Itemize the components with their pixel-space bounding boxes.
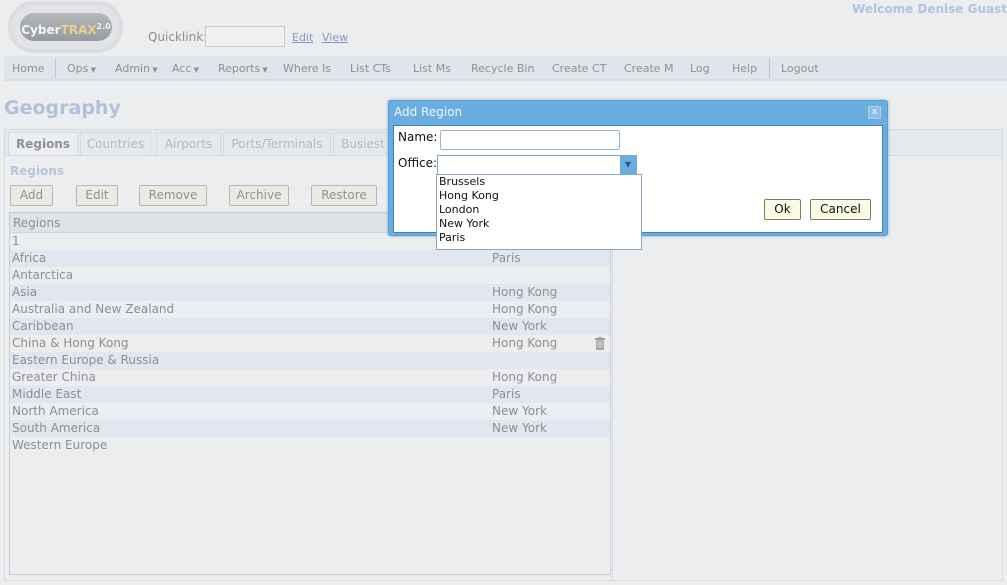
remove-button[interactable]: Remove xyxy=(139,185,207,206)
table-row[interactable]: China & Hong Kong Hong Kong xyxy=(10,335,610,352)
page-title: Geography xyxy=(4,97,121,119)
nav-create-m[interactable]: Create M xyxy=(624,62,674,75)
table-row[interactable]: Australia and New Zealand Hong Kong xyxy=(10,301,610,318)
nav-recycle-bin[interactable]: Recycle Bin xyxy=(471,62,534,75)
region-office: Hong Kong xyxy=(492,336,558,350)
section-title: Regions xyxy=(10,164,65,178)
trash-icon[interactable] xyxy=(595,337,605,350)
quicklink-view-link[interactable]: View xyxy=(322,31,348,44)
nav-admin[interactable]: Admin ▼ xyxy=(115,62,158,75)
dialog-title: Add Region xyxy=(394,105,463,119)
office-option[interactable]: Paris xyxy=(437,231,641,245)
quicklink-input[interactable] xyxy=(205,26,285,47)
archive-button[interactable]: Archive xyxy=(229,185,289,206)
region-name: Caribbean xyxy=(12,319,74,333)
region-office: Paris xyxy=(492,251,521,265)
tab-countries[interactable]: Countries xyxy=(80,132,151,156)
name-input[interactable] xyxy=(440,130,620,150)
office-dropdown-list: Brussels Hong Kong London New York Paris xyxy=(436,174,642,250)
table-row[interactable]: Middle East Paris xyxy=(10,386,610,403)
region-name: Eastern Europe & Russia xyxy=(12,353,160,367)
table-row[interactable]: Africa Paris xyxy=(10,250,610,267)
region-office: New York xyxy=(492,319,547,333)
tab-airports[interactable]: Airports xyxy=(156,132,221,156)
restore-button[interactable]: Restore xyxy=(311,185,377,206)
nav-log[interactable]: Log xyxy=(690,62,710,75)
region-office: Hong Kong xyxy=(492,285,558,299)
name-label: Name: xyxy=(398,130,438,144)
tab-regions[interactable]: Regions xyxy=(8,132,78,156)
chevron-down-icon: ▼ xyxy=(150,66,158,74)
region-office: New York xyxy=(492,404,547,418)
chevron-down-icon: ▼ xyxy=(191,66,200,74)
chevron-down-icon: ▼ xyxy=(88,66,96,74)
table-row[interactable]: North America New York xyxy=(10,403,610,420)
region-office: Hong Kong xyxy=(492,370,558,384)
welcome-text: Welcome Denise Guast xyxy=(852,2,1007,16)
region-office: Hong Kong xyxy=(492,302,558,316)
quicklink-edit-link[interactable]: Edit xyxy=(292,31,313,44)
nav-home[interactable]: Home xyxy=(12,62,44,75)
nav-list-cts[interactable]: List CTs xyxy=(350,62,391,75)
quicklink: Quicklink: Edit View xyxy=(148,26,348,47)
close-icon[interactable]: x xyxy=(868,106,881,119)
tab-ports-terminals[interactable]: Ports/Terminals xyxy=(223,132,331,156)
region-name: Australia and New Zealand xyxy=(12,302,175,316)
region-name: Antarctica xyxy=(12,268,74,282)
nav-create-ct[interactable]: Create CT xyxy=(552,62,606,75)
region-name: Greater China xyxy=(12,370,96,384)
region-name: Africa xyxy=(12,251,47,265)
main-nav: Home Ops ▼ Admin ▼ Acc ▼ Reports ▼ Where Is Li… xyxy=(4,56,1007,81)
office-option[interactable]: Brussels xyxy=(437,175,641,189)
office-label: Office: xyxy=(398,156,438,170)
quicklink-label: Quicklink: xyxy=(148,30,208,44)
nav-acc[interactable]: Acc ▼ xyxy=(172,62,199,75)
table-row[interactable]: Caribbean New York xyxy=(10,318,610,335)
region-office: Paris xyxy=(492,387,521,401)
region-name: South America xyxy=(12,421,101,435)
region-name: North America xyxy=(12,404,99,418)
nav-help[interactable]: Help xyxy=(732,62,757,75)
region-name: Middle East xyxy=(12,387,82,401)
table-row[interactable]: South America New York xyxy=(10,420,610,437)
regions-grid: Regions 1 Africa Paris Antarctica Asia Hong K… xyxy=(9,212,611,575)
region-name: 1 xyxy=(12,234,20,248)
tab-busiest[interactable]: Busiest xyxy=(333,132,393,156)
cancel-button[interactable]: Cancel xyxy=(810,199,871,220)
table-row[interactable]: Antarctica xyxy=(10,267,610,284)
nav-reports[interactable]: Reports ▼ xyxy=(218,62,268,75)
region-office: New York xyxy=(492,421,547,435)
office-option[interactable]: London xyxy=(437,203,641,217)
edit-button[interactable]: Edit xyxy=(76,185,118,206)
logo: CyberTRAX2.0 xyxy=(8,1,123,53)
table-row[interactable]: Eastern Europe & Russia xyxy=(10,352,610,369)
region-name: Western Europe xyxy=(12,438,108,452)
office-select[interactable]: ▼ xyxy=(437,155,637,175)
region-name: China & Hong Kong xyxy=(12,336,129,350)
nav-where-is[interactable]: Where Is xyxy=(283,62,331,75)
nav-divider xyxy=(769,58,770,78)
table-row[interactable]: Greater China Hong Kong xyxy=(10,369,610,386)
nav-logout[interactable]: Logout xyxy=(781,62,819,75)
region-name: Asia xyxy=(12,285,38,299)
office-option[interactable]: Hong Kong xyxy=(437,189,641,203)
nav-ops[interactable]: Ops ▼ xyxy=(67,62,96,75)
table-row[interactable]: Western Europe xyxy=(10,437,610,454)
add-button[interactable]: Add xyxy=(10,185,53,206)
office-option[interactable]: New York xyxy=(437,217,641,231)
table-row[interactable]: Asia Hong Kong xyxy=(10,284,610,301)
ok-button[interactable]: Ok xyxy=(764,199,801,220)
nav-list-ms[interactable]: List Ms xyxy=(413,62,451,75)
nav-divider xyxy=(55,58,56,78)
chevron-down-icon[interactable]: ▼ xyxy=(620,156,636,174)
chevron-down-icon: ▼ xyxy=(260,66,268,74)
